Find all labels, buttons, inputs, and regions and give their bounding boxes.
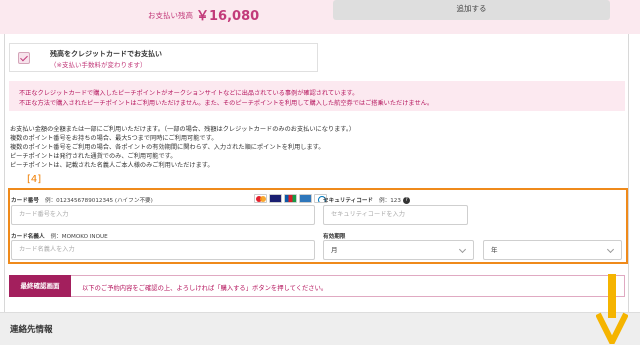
expiry-month-value: 月 <box>331 246 338 254</box>
final-confirm-bar: 最終確認画面 以下のご予約内容をご確認の上、よろしければ「購入する」ボタンを押し… <box>9 275 625 297</box>
jcb-icon <box>284 194 297 203</box>
credit-card-checkbox[interactable] <box>18 52 30 64</box>
right-guide <box>628 34 629 312</box>
card-number-label: カード番号 <box>11 198 39 204</box>
card-holder-label-row: カード名義人 例：MOMOKO INOUE <box>11 232 108 240</box>
info-line: 複数のポイント番号をご利用の場合、各ポイントの有効期間に関わらず、入力された順に… <box>10 144 325 151</box>
final-confirm-button[interactable]: 最終確認画面 <box>9 275 71 297</box>
expiry-label: 有効期限 <box>323 232 345 240</box>
visa-icon <box>269 194 282 203</box>
mastercard-icon <box>254 194 267 203</box>
expiry-year-value: 年 <box>491 246 498 254</box>
credit-card-option-title: 残高をクレジットカードでお支払い <box>50 50 162 58</box>
info-line: お支払い金額の全額または一部にご利用いただけます。（一部の場合、残額はクレジット… <box>10 126 356 133</box>
balance-value: ￥16,080 <box>196 9 260 24</box>
warning-line: 不正な方法で購入されたピーチポイントはご利用いただけません。また、そのピーチポイ… <box>19 100 434 107</box>
info-line: 複数のポイント番号をお持ちの場合、最大5つまで同時にご利用可能です。 <box>10 135 218 142</box>
credit-card-option[interactable]: 残高をクレジットカードでお支払い （※支払い手数料が変わります） <box>9 43 318 72</box>
help-icon[interactable]: ? <box>402 197 410 204</box>
left-guide <box>4 34 5 312</box>
contact-section: 連絡先情報 <box>0 312 640 345</box>
card-number-hint: 例：0123456789012345 (ハイフン不要) <box>44 198 153 204</box>
card-number-label-row: カード番号 例：0123456789012345 (ハイフン不要) <box>11 196 153 204</box>
card-number-input[interactable]: カード番号を入力 <box>11 205 315 225</box>
add-button[interactable]: 追加する <box>333 0 610 20</box>
balance-label: お支払い残高 <box>148 11 193 20</box>
warning-line: 不正なクレジットカードで購入したピーチポイントがオークションサイトなどに出品され… <box>19 90 359 97</box>
fraud-warning: 不正なクレジットカードで購入したピーチポイントがオークションサイトなどに出品され… <box>9 81 625 111</box>
chevron-down-icon <box>458 245 467 254</box>
down-arrow-icon <box>596 274 628 344</box>
security-code-input[interactable]: セキュリティコードを入力 <box>323 205 468 225</box>
security-code-hint: 例：123 <box>379 198 401 204</box>
info-line: ピーチポイントは発行された通貨でのみ、ご利用可能です。 <box>10 153 177 160</box>
security-code-label: セキュリティコード <box>323 198 374 204</box>
expiry-year-select[interactable]: 年 <box>483 240 622 260</box>
info-line: ピーチポイントは、記載された名義人ご本人様のみご利用いただけます。 <box>10 162 214 169</box>
chevron-down-icon <box>606 245 615 254</box>
amex-icon <box>299 194 312 203</box>
contact-title: 連絡先情報 <box>10 325 53 335</box>
step-marker: [4] <box>27 174 42 185</box>
card-holder-input[interactable]: カード名義人を入力 <box>11 240 315 260</box>
balance-summary: お支払い残高 ￥16,080 追加する <box>0 0 640 34</box>
expiry-month-select[interactable]: 月 <box>323 240 474 260</box>
final-confirm-text: 以下のご予約内容をご確認の上、よろしければ「購入する」ボタンを押してください。 <box>82 285 328 292</box>
card-brand-logos <box>254 194 327 203</box>
payment-page: お支払い残高 ￥16,080 追加する 残高をクレジットカードでお支払い （※支… <box>0 0 640 345</box>
security-code-label-row: セキュリティコード 例：123? <box>323 196 410 204</box>
credit-card-option-note: （※支払い手数料が変わります） <box>50 61 147 69</box>
